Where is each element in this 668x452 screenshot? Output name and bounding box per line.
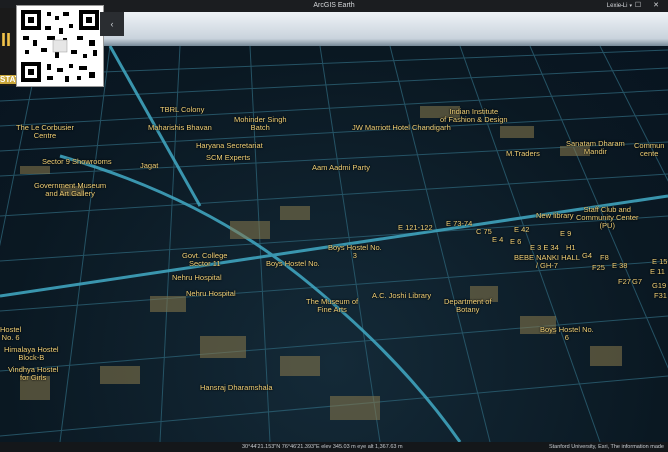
map-label: E 42	[514, 225, 530, 234]
map-label: Hansraj Dharamshala	[200, 383, 273, 392]
map-label: E 121-122	[398, 223, 433, 232]
map-label: Commun cente	[634, 141, 665, 158]
state-logo: II STATE	[0, 8, 17, 86]
window-controls[interactable]: – ☐ ✕	[619, 0, 664, 12]
map-label: Department of Botany	[444, 297, 492, 314]
map-label: Aam Aadmi Party	[312, 163, 370, 172]
logo-text: STATE	[0, 75, 17, 84]
coordinate-readout: 30°44'21.153"N 76°46'21.393"E elev 345.0…	[242, 444, 403, 450]
map-label: E 73-74	[446, 219, 473, 228]
map-label: F31	[654, 291, 667, 300]
map-label: E 11	[650, 267, 665, 276]
map-label: Maharishis Bhavan	[148, 123, 212, 132]
status-bar: 30°44'21.153"N 76°46'21.393"E elev 345.0…	[0, 442, 668, 452]
map-label: F25	[592, 263, 605, 272]
map-label: Boys Hostel No.	[266, 259, 320, 268]
map-label: M.Traders	[506, 149, 540, 158]
collapse-panel-button[interactable]: ‹	[100, 12, 124, 36]
map-label: Himalaya Hostel Block-B	[4, 345, 59, 362]
map-label: Mohinder Singh Batch	[234, 115, 287, 132]
map-label: C 75	[476, 227, 492, 236]
map-label: F8	[600, 253, 609, 262]
map-label: G19	[652, 281, 667, 290]
map-label: G4	[582, 251, 593, 260]
map-label: Indian Institute of Fashion & Design	[440, 107, 508, 124]
map-label: The Le Corbusier Centre	[16, 123, 74, 140]
logo-mark: II	[1, 30, 12, 50]
map-view[interactable]: TBRL Colony Mohinder Singh Batch Indian I…	[0, 46, 668, 442]
map-label: BEBE NANKI HALL / GH-7	[514, 253, 580, 270]
map-label: E 3 E 34	[530, 243, 559, 252]
map-label: E 9	[560, 229, 572, 238]
attribution-text: Stanford University, Esri, The informati…	[548, 444, 664, 450]
map-label: E 38	[612, 261, 628, 270]
map-label: Boys Hostel No. 6	[540, 325, 594, 342]
map-label: Boys Hostel No. 3	[328, 243, 382, 260]
map-label: TBRL Colony	[160, 105, 205, 114]
map-label: H1	[566, 243, 576, 252]
chevron-left-icon: ‹	[110, 19, 114, 29]
map-label: Hostel No. 6	[0, 325, 22, 342]
map-label: Nehru Hospital	[186, 289, 236, 298]
map-label: Jagat	[140, 161, 159, 170]
map-label: SCM Experts	[206, 153, 251, 162]
map-label: Vindhya Hostel for Girls	[8, 365, 59, 382]
map-label: G7	[632, 277, 643, 286]
map-label: The Museum of Fine Arts	[306, 297, 359, 314]
qr-code-icon	[21, 10, 99, 82]
map-label: E 4	[492, 235, 504, 244]
map-label: Haryana Secretariat	[196, 141, 263, 150]
map-label: E 6	[510, 237, 522, 246]
qr-code	[16, 5, 104, 87]
map-label: Government Museum and Art Gallery	[34, 181, 107, 198]
map-label: A.C. Joshi Library	[372, 291, 432, 300]
map-label: F27	[618, 277, 631, 286]
map-label: New library	[536, 211, 574, 220]
map-label: Govt. College Sector 11	[182, 251, 228, 268]
map-label: Nehru Hospital	[172, 273, 222, 282]
map-label: Sector 9 Showrooms	[42, 157, 112, 166]
map-label: E 15	[652, 257, 668, 266]
map-label: JW Marriott Hotel Chandigarh	[352, 123, 451, 132]
map-label: Staff Club and Community Center (PU)	[576, 205, 639, 230]
map-label: Sanatam Dharam Mandir	[566, 139, 625, 156]
